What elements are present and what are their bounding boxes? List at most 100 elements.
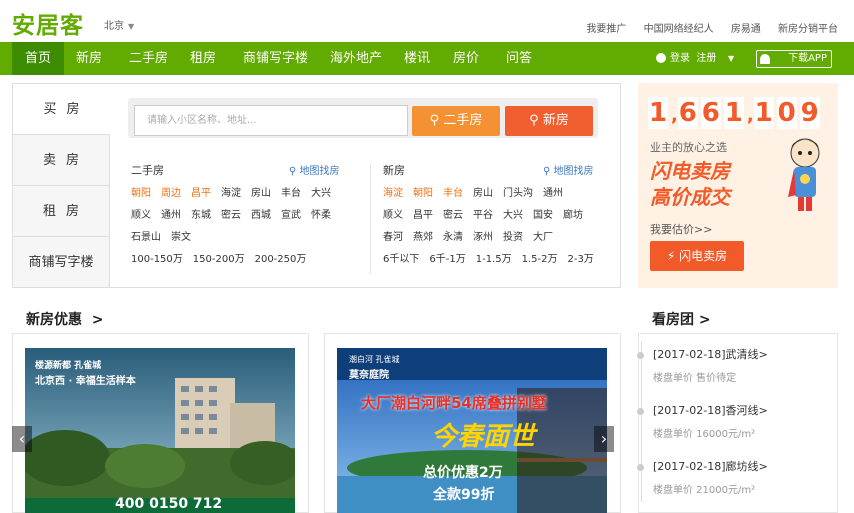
quick-link[interactable]: 顺义	[131, 210, 151, 221]
sell-house-ad[interactable]: 1,6 6 1,1 0 9 业主的放心之选 闪电卖房 高价成交 我要估价>> ⚡ 闪电卖…	[638, 83, 838, 288]
tour-item-title: [2017-02-18]香河线>	[653, 404, 768, 417]
quick-row: 顺义 昌平 密云 平谷 大兴 国安 廊坊	[383, 206, 608, 221]
quick-link[interactable]: 廊坊	[563, 210, 583, 221]
quick-link[interactable]: 丰台	[281, 188, 301, 199]
quick-link[interactable]: 西城	[251, 210, 271, 221]
quick-link[interactable]: 大兴	[503, 210, 523, 221]
tab-commercial[interactable]: 商铺写字楼	[13, 237, 109, 288]
map-search-link[interactable]: ⚲ 地图找房	[543, 162, 594, 177]
quick-link[interactable]: 大厂	[533, 232, 553, 243]
quick-link[interactable]: 燕郊	[413, 232, 433, 243]
tour-item[interactable]: [2017-02-18]廊坊线> 楼盘单价 21000元/m²	[637, 458, 768, 496]
quick-link[interactable]: 密云	[221, 210, 241, 221]
tour-item-title: [2017-02-18]廊坊线>	[653, 460, 768, 473]
quick-link[interactable]: 大兴	[311, 188, 331, 199]
promo-launch-text: 今春面世	[431, 422, 536, 452]
android-icon	[760, 54, 770, 64]
quick-link[interactable]: 周边	[161, 188, 181, 199]
quick-link[interactable]: 房山	[473, 188, 493, 199]
flash-sell-button[interactable]: ⚡ 闪电卖房	[650, 241, 744, 271]
quick-link[interactable]: 海淀	[383, 188, 403, 199]
quick-link[interactable]: 宣武	[281, 210, 301, 221]
quick-link[interactable]: 6千以下	[383, 254, 419, 265]
quick-link[interactable]: 春河	[383, 232, 403, 243]
quick-link[interactable]: 昌平	[191, 188, 211, 199]
tour-item[interactable]: [2017-02-18]武清线> 楼盘单价 售价待定	[637, 346, 768, 384]
promo-tag: 潮白河 孔雀城	[349, 355, 400, 364]
login-link[interactable]: 登录	[670, 53, 690, 64]
top-link-promote[interactable]: 我要推广	[586, 24, 626, 35]
quick-link[interactable]: 朝阳	[131, 188, 151, 199]
tab-sell[interactable]: 卖房	[13, 135, 109, 186]
quick-link[interactable]: 100-150万	[131, 254, 183, 265]
map-search-link[interactable]: ⚲ 地图找房	[289, 162, 340, 177]
nav-item-home[interactable]: 首页	[12, 42, 64, 75]
quick-link[interactable]: 国安	[533, 210, 553, 221]
register-link[interactable]: 注册	[696, 53, 716, 64]
nav-item-second-hand[interactable]: 二手房	[129, 42, 168, 75]
nav-item-price[interactable]: 房价	[453, 42, 479, 75]
quick-link[interactable]: 150-200万	[193, 254, 245, 265]
nav-item-commercial[interactable]: 商铺写字楼	[243, 42, 308, 75]
quick-link[interactable]: 通州	[543, 188, 563, 199]
tab-rent[interactable]: 租房	[13, 186, 109, 237]
top-link-distribution[interactable]: 新房分销平台	[778, 24, 838, 35]
nav-item-news[interactable]: 楼讯	[404, 42, 430, 75]
ad-tagline: 业主的放心之选	[650, 141, 727, 154]
quick-link[interactable]: 门头沟	[503, 188, 533, 199]
top-link-agent[interactable]: 中国网络经纪人	[644, 24, 714, 35]
quick-link[interactable]: 1.5-2万	[522, 254, 558, 265]
top-link-fangyitong[interactable]: 房易通	[731, 24, 761, 35]
promo-card[interactable]: 潮白河 孔雀城 莫奈庭院 大厂潮白河畔54席叠拼别墅 今春面世 总价优惠2万 全…	[324, 333, 621, 513]
section-title-text: 看房团	[652, 312, 694, 328]
nav-item-overseas[interactable]: 海外地产	[330, 42, 382, 75]
tab-buy[interactable]: 买房	[13, 84, 110, 135]
tour-item[interactable]: [2017-02-18]香河线> 楼盘单价 16000元/m²	[637, 402, 768, 440]
quick-link[interactable]: 密云	[443, 210, 463, 221]
quick-link[interactable]: 怀柔	[311, 210, 331, 221]
user-icon	[656, 53, 666, 63]
quick-link[interactable]: 通州	[161, 210, 181, 221]
quick-link[interactable]: 200-250万	[255, 254, 307, 265]
counter-digit: 1	[723, 97, 744, 129]
nav-item-new-house[interactable]: 新房	[76, 42, 102, 75]
site-logo[interactable]: 安居客	[12, 6, 84, 40]
quick-link[interactable]: 永清	[443, 232, 463, 243]
quick-link[interactable]: 石景山	[131, 232, 161, 243]
search-new-house-button[interactable]: ⚲ 新房	[505, 106, 593, 136]
quick-link[interactable]: 朝阳	[413, 188, 433, 199]
quick-link[interactable]: 顺义	[383, 210, 403, 221]
quick-link[interactable]: 2-3万	[567, 254, 593, 265]
quick-row: 100-150万 150-200万 200-250万	[131, 250, 351, 265]
quick-row: 朝阳 周边 昌平 海淀 房山 丰台 大兴	[131, 184, 351, 199]
quick-link[interactable]: 平谷	[473, 210, 493, 221]
quick-link[interactable]: 丰台	[443, 188, 463, 199]
quick-link[interactable]: 涿州	[473, 232, 493, 243]
search-second-hand-button[interactable]: ⚲ 二手房	[412, 106, 500, 136]
map-search-label: 地图找房	[553, 166, 594, 177]
section-title-new-house-deals[interactable]: 新房优惠 >	[26, 309, 103, 329]
ad-headline-2: 高价成交	[650, 185, 730, 209]
chevron-right-icon: ›	[600, 429, 608, 448]
quick-link[interactable]: 投资	[503, 232, 523, 243]
search-input[interactable]: 请输入小区名称、地址...	[134, 105, 408, 136]
nav-item-qa[interactable]: 问答	[506, 42, 532, 75]
carousel-prev-button[interactable]: ‹	[12, 426, 32, 452]
section-title-tour-group[interactable]: 看房团 >	[652, 309, 711, 329]
download-app-button[interactable]: 下载APP	[756, 50, 832, 68]
quick-link[interactable]: 昌平	[413, 210, 433, 221]
quick-link[interactable]: 东城	[191, 210, 211, 221]
ad-estimate-link[interactable]: 我要估价>>	[650, 221, 712, 237]
quick-link[interactable]: 1-1.5万	[476, 254, 512, 265]
city-selector[interactable]: 北京 ▼	[104, 17, 134, 32]
quick-link[interactable]: 房山	[251, 188, 271, 199]
tour-item-price: 楼盘单价 16000元/m²	[653, 429, 756, 440]
quick-link[interactable]: 6千-1万	[429, 254, 465, 265]
quick-row: 海淀 朝阳 丰台 房山 门头沟 通州	[383, 184, 608, 199]
nav-item-rent[interactable]: 租房	[190, 42, 216, 75]
carousel-next-button[interactable]: ›	[594, 426, 614, 452]
quick-link[interactable]: 崇文	[171, 232, 191, 243]
promo-card[interactable]: 楼源新都 孔雀城 北京西 · 幸福生活样本 400 0150 712	[12, 333, 309, 513]
quick-link[interactable]: 海淀	[221, 188, 241, 199]
caret-down-icon[interactable]: ▼	[728, 42, 734, 75]
